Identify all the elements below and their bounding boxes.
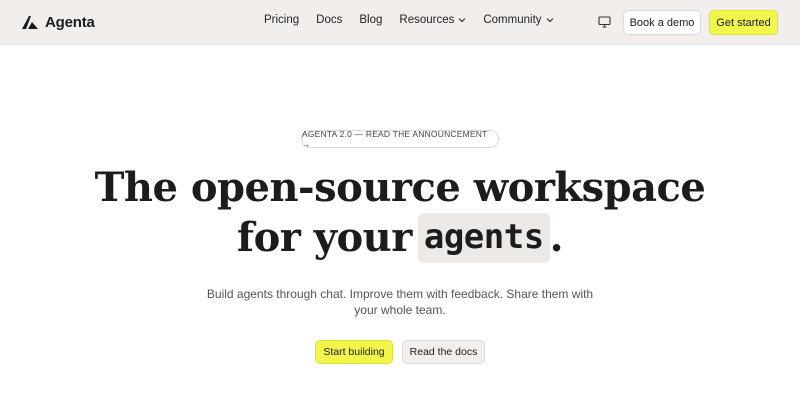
headline-prefix: for your bbox=[236, 214, 412, 261]
top-navbar: Agenta Pricing Docs Blog Resources Commu… bbox=[0, 0, 800, 45]
headline-suffix: . bbox=[549, 214, 564, 261]
nav-dropdown-community[interactable]: Community bbox=[483, 14, 553, 26]
nav-link-blog[interactable]: Blog bbox=[359, 14, 382, 26]
hero-subtitle: Build agents through chat. Improve them … bbox=[206, 287, 594, 317]
main-nav: Pricing Docs Blog Resources Community bbox=[264, 14, 571, 26]
read-docs-button[interactable]: Read the docs bbox=[402, 340, 485, 364]
start-building-button[interactable]: Start building bbox=[315, 340, 393, 364]
headline-highlight-chip: agents bbox=[417, 213, 550, 263]
chevron-down-icon bbox=[458, 18, 466, 23]
monitor-icon[interactable] bbox=[598, 16, 611, 28]
headline-line-1: The open-source workspace bbox=[94, 164, 706, 211]
chevron-down-icon bbox=[546, 18, 553, 23]
get-started-button[interactable]: Get started bbox=[709, 10, 778, 35]
nav-link-docs[interactable]: Docs bbox=[316, 14, 342, 26]
announcement-badge[interactable]: AGENTA 2.0 — READ THE ANNOUNCEMENT → bbox=[301, 129, 499, 149]
brand-name: Agenta bbox=[45, 13, 95, 31]
agenta-logo-icon bbox=[22, 16, 38, 29]
hero-headline: The open-source workspace for your agent… bbox=[0, 163, 800, 263]
headline-line-2: for your agents . bbox=[236, 213, 564, 263]
book-demo-button[interactable]: Book a demo bbox=[623, 10, 701, 35]
nav-dropdown-resources[interactable]: Resources bbox=[399, 14, 466, 26]
nav-link-pricing[interactable]: Pricing bbox=[264, 14, 299, 26]
brand-logo[interactable]: Agenta bbox=[21, 12, 95, 32]
